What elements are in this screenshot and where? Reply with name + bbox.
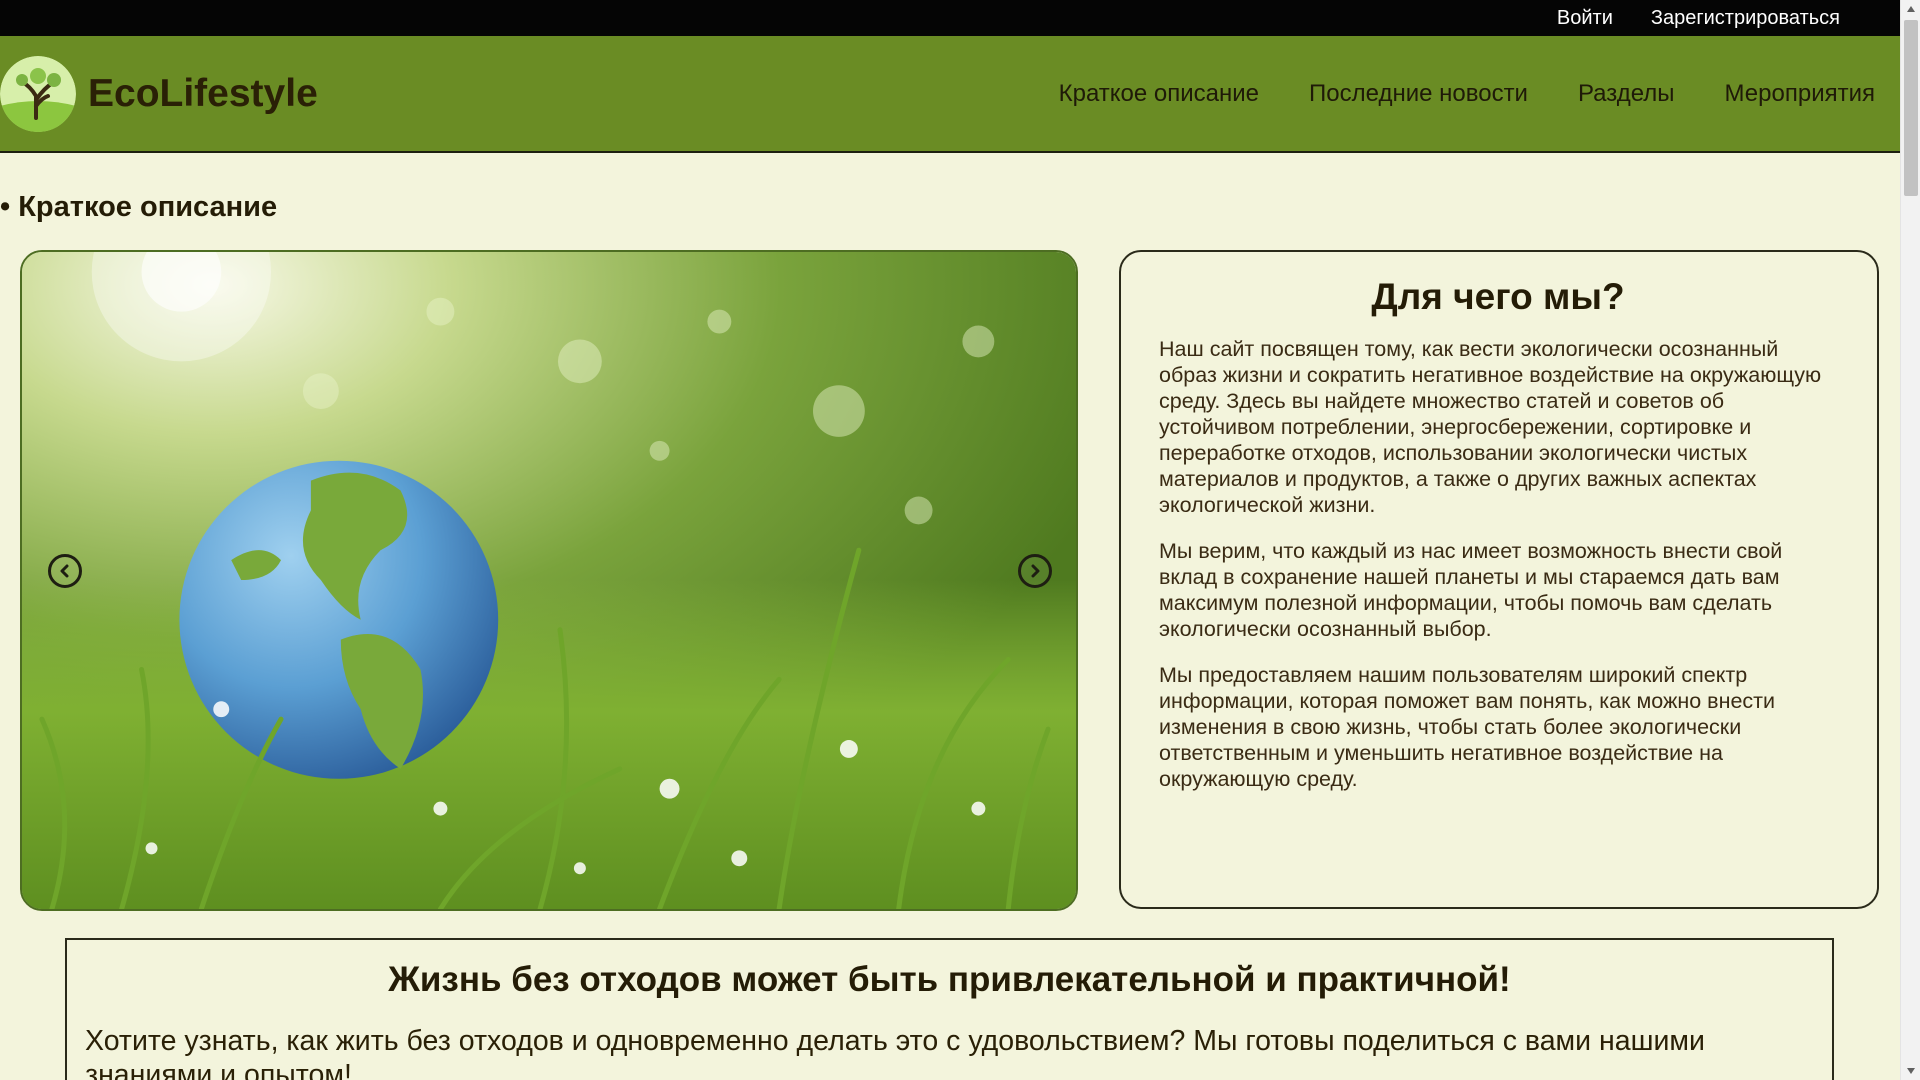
image-slider[interactable] (20, 250, 1078, 911)
hero: Для чего мы? Наш сайт посвящен тому, как… (20, 250, 1879, 912)
zero-waste-title: Жизнь без отходов может быть привлекател… (388, 960, 1511, 999)
scroll-down-arrow-icon[interactable] (1901, 1062, 1920, 1080)
section-title: • Краткое описание (0, 191, 278, 223)
page: Войти Зарегистрироваться EcoLifestyle Кр… (0, 0, 1900, 1080)
nav-item-news[interactable]: Последние новости (1309, 80, 1528, 108)
about-paragraph: Мы предоставляем нашим пользователям шир… (1159, 663, 1776, 791)
tree-logo-icon (0, 55, 76, 132)
slider-next-button[interactable] (1018, 554, 1052, 588)
scroll-up-arrow-icon[interactable] (1901, 0, 1920, 18)
main-nav: Краткое описание Последние новости Разде… (1059, 80, 1875, 108)
earth-in-grass-image (22, 252, 1076, 909)
about-paragraph: Наш сайт посвящен тому, как вести эколог… (1159, 337, 1822, 517)
about-title: Для чего мы? (1371, 276, 1625, 317)
zero-waste-text: Хотите узнать, как жить без отходов и од… (85, 1025, 1705, 1080)
vertical-scrollbar[interactable] (1900, 0, 1920, 1080)
chevron-right-icon (1031, 564, 1040, 578)
login-link[interactable]: Войти (1557, 7, 1613, 30)
chevron-left-icon (60, 564, 69, 578)
scrollbar-thumb[interactable] (1904, 20, 1918, 196)
brand-name: EcoLifestyle (88, 71, 318, 115)
register-link[interactable]: Зарегистрироваться (1651, 7, 1840, 30)
about-card: Для чего мы? Наш сайт посвящен тому, как… (1119, 250, 1879, 909)
slider-prev-button[interactable] (48, 554, 82, 588)
brand[interactable]: EcoLifestyle (0, 55, 318, 132)
nav-item-overview[interactable]: Краткое описание (1059, 80, 1259, 108)
site-header: EcoLifestyle Краткое описание Последние … (0, 36, 1900, 153)
about-paragraph: Мы верим, что каждый из нас имеет возмож… (1159, 539, 1783, 641)
nav-item-sections[interactable]: Разделы (1578, 80, 1675, 108)
zero-waste-section: Жизнь без отходов может быть привлекател… (65, 938, 1834, 1080)
auth-bar: Войти Зарегистрироваться (0, 0, 1900, 36)
nav-item-events[interactable]: Мероприятия (1725, 80, 1875, 108)
